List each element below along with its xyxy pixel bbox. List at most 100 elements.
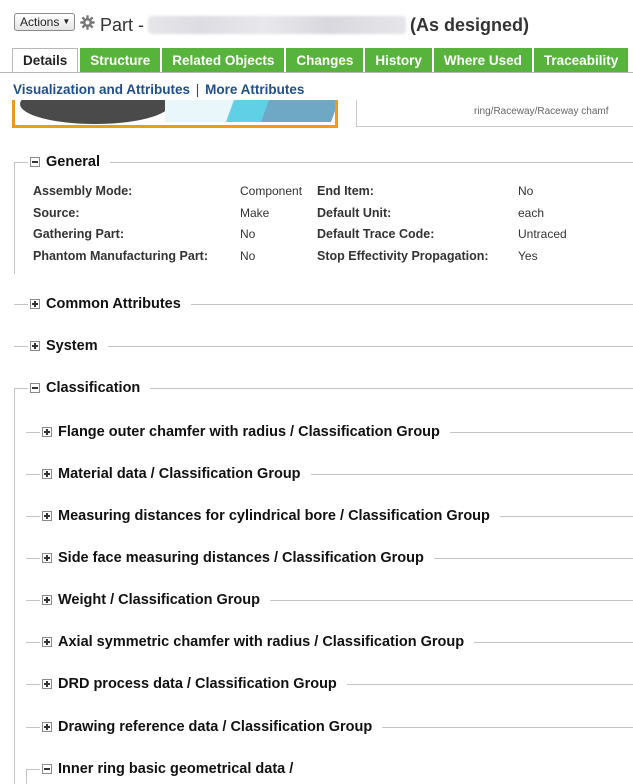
expand-icon[interactable] (42, 511, 52, 521)
common-attributes-header[interactable]: Common Attributes (30, 295, 633, 313)
expand-icon[interactable] (30, 341, 40, 351)
group-title: DRD process data / Classification Group (58, 676, 337, 692)
system-header[interactable]: System (30, 337, 633, 355)
collapse-icon[interactable] (30, 383, 40, 393)
default-unit-label: Default Unit: (317, 206, 392, 220)
system-top-left (14, 346, 28, 347)
source-label: Source: (33, 206, 80, 220)
group-left-rule (26, 727, 40, 728)
phantom-part-value: No (240, 249, 256, 263)
classification-group-material[interactable]: Material data / Classification Group (42, 465, 633, 483)
group-left-rule (26, 516, 40, 517)
expand-icon[interactable] (42, 595, 52, 605)
default-trace-code-label: Default Trace Code: (317, 227, 435, 241)
chevron-down-icon: ▼ (62, 17, 71, 26)
classification-header[interactable]: Classification (30, 379, 633, 397)
tab-details[interactable]: Details (12, 48, 79, 73)
assembly-mode-label: Assembly Mode: (33, 184, 133, 198)
group-left-rule (26, 642, 40, 643)
section-rule (107, 345, 633, 347)
section-rule (382, 726, 633, 728)
gear-icon (80, 15, 95, 30)
part-status: (As designed) (410, 15, 530, 35)
group-left-rule (26, 684, 40, 685)
collapse-icon[interactable] (30, 157, 40, 167)
tab-traceability[interactable]: Traceability (533, 48, 629, 73)
expand-icon[interactable] (30, 299, 40, 309)
tab-history[interactable]: History (365, 48, 432, 73)
group-title: Weight / Classification Group (58, 592, 260, 608)
classification-group-weight[interactable]: Weight / Classification Group (42, 591, 633, 609)
redacted-part-number (148, 16, 407, 34)
page-header: Actions ▼ Part - (As designed) (0, 0, 633, 46)
default-trace-code-value: Untraced (518, 227, 567, 241)
gathering-part-label: Gathering Part: (33, 227, 124, 241)
actions-menu-button[interactable]: Actions ▼ (14, 13, 76, 31)
general-section-header[interactable]: General (30, 153, 633, 171)
classification-path-text: ring/Raceway/Raceway chamf (474, 106, 609, 117)
section-rule (433, 557, 633, 559)
more-attributes-link[interactable]: More Attributes (205, 82, 304, 97)
part-thumbnail[interactable] (12, 100, 338, 128)
expand-icon[interactable] (42, 427, 52, 437)
group-title: Drawing reference data / Classification … (58, 719, 373, 735)
group-title: Material data / Classification Group (58, 466, 301, 482)
group-title: Inner ring basic geometrical data / (58, 761, 294, 777)
section-rule (474, 641, 633, 643)
assembly-mode-value: Component (240, 184, 303, 198)
classification-group-inner-ring[interactable]: Inner ring basic geometrical data / (42, 760, 633, 778)
part-prefix: Part - (100, 15, 145, 35)
default-unit-value: each (518, 206, 545, 220)
thumbnail-shape (260, 100, 335, 122)
classification-group-drd-process[interactable]: DRD process data / Classification Group (42, 675, 633, 693)
end-item-label: End Item: (317, 184, 374, 198)
thumbnail-shape (20, 100, 170, 124)
expand-icon[interactable] (42, 722, 52, 732)
tab-structure[interactable]: Structure (80, 48, 161, 73)
stop-effectivity-value: Yes (518, 249, 538, 263)
group-title: Axial symmetric chamfer with radius / Cl… (58, 634, 465, 650)
classification-path-box: ring/Raceway/Raceway chamf (356, 100, 633, 127)
end-item-value: No (518, 184, 534, 198)
section-rule (269, 599, 633, 601)
source-value: Make (240, 206, 270, 220)
section-rule (310, 473, 633, 475)
section-title: General (46, 154, 100, 170)
group-title: Side face measuring distances / Classifi… (58, 550, 424, 566)
stop-effectivity-label: Stop Effectivity Propagation: (317, 249, 489, 263)
page-title: Part - (As designed) (100, 14, 529, 36)
inner-ring-border (26, 769, 27, 784)
tab-where-used[interactable]: Where Used (433, 48, 532, 73)
collapse-icon[interactable] (42, 764, 52, 774)
expand-icon[interactable] (42, 469, 52, 479)
classification-group-flange[interactable]: Flange outer chamfer with radius / Class… (42, 423, 633, 441)
section-rule (110, 161, 633, 163)
group-left-rule (26, 432, 40, 433)
classification-border (14, 388, 15, 784)
section-rule (449, 431, 633, 433)
common-top-left (14, 304, 28, 305)
phantom-part-label: Phantom Manufacturing Part: (33, 249, 209, 263)
section-rule (346, 683, 633, 685)
tab-related-objects[interactable]: Related Objects (162, 48, 285, 73)
actions-label: Actions (20, 15, 60, 29)
expand-icon[interactable] (42, 637, 52, 647)
expand-icon[interactable] (42, 679, 52, 689)
visualization-link[interactable]: Visualization and Attributes (13, 82, 190, 97)
group-left-rule (26, 769, 40, 770)
classification-group-side-face[interactable]: Side face measuring distances / Classifi… (42, 549, 633, 567)
classification-group-axial-chamfer[interactable]: Axial symmetric chamfer with radius / Cl… (42, 633, 633, 651)
section-title: System (46, 338, 98, 354)
thumbnail-shape (165, 100, 235, 122)
subnav-separator: | (195, 82, 200, 97)
group-left-rule (26, 600, 40, 601)
section-rule (499, 515, 633, 517)
section-rule (150, 387, 633, 389)
classification-group-measuring-bore[interactable]: Measuring distances for cylindrical bore… (42, 507, 633, 525)
classification-group-drawing-reference[interactable]: Drawing reference data / Classification … (42, 718, 633, 736)
tab-changes[interactable]: Changes (286, 48, 364, 73)
section-title: Common Attributes (46, 296, 181, 312)
group-left-rule (26, 558, 40, 559)
group-title: Flange outer chamfer with radius / Class… (58, 424, 440, 440)
expand-icon[interactable] (42, 553, 52, 563)
